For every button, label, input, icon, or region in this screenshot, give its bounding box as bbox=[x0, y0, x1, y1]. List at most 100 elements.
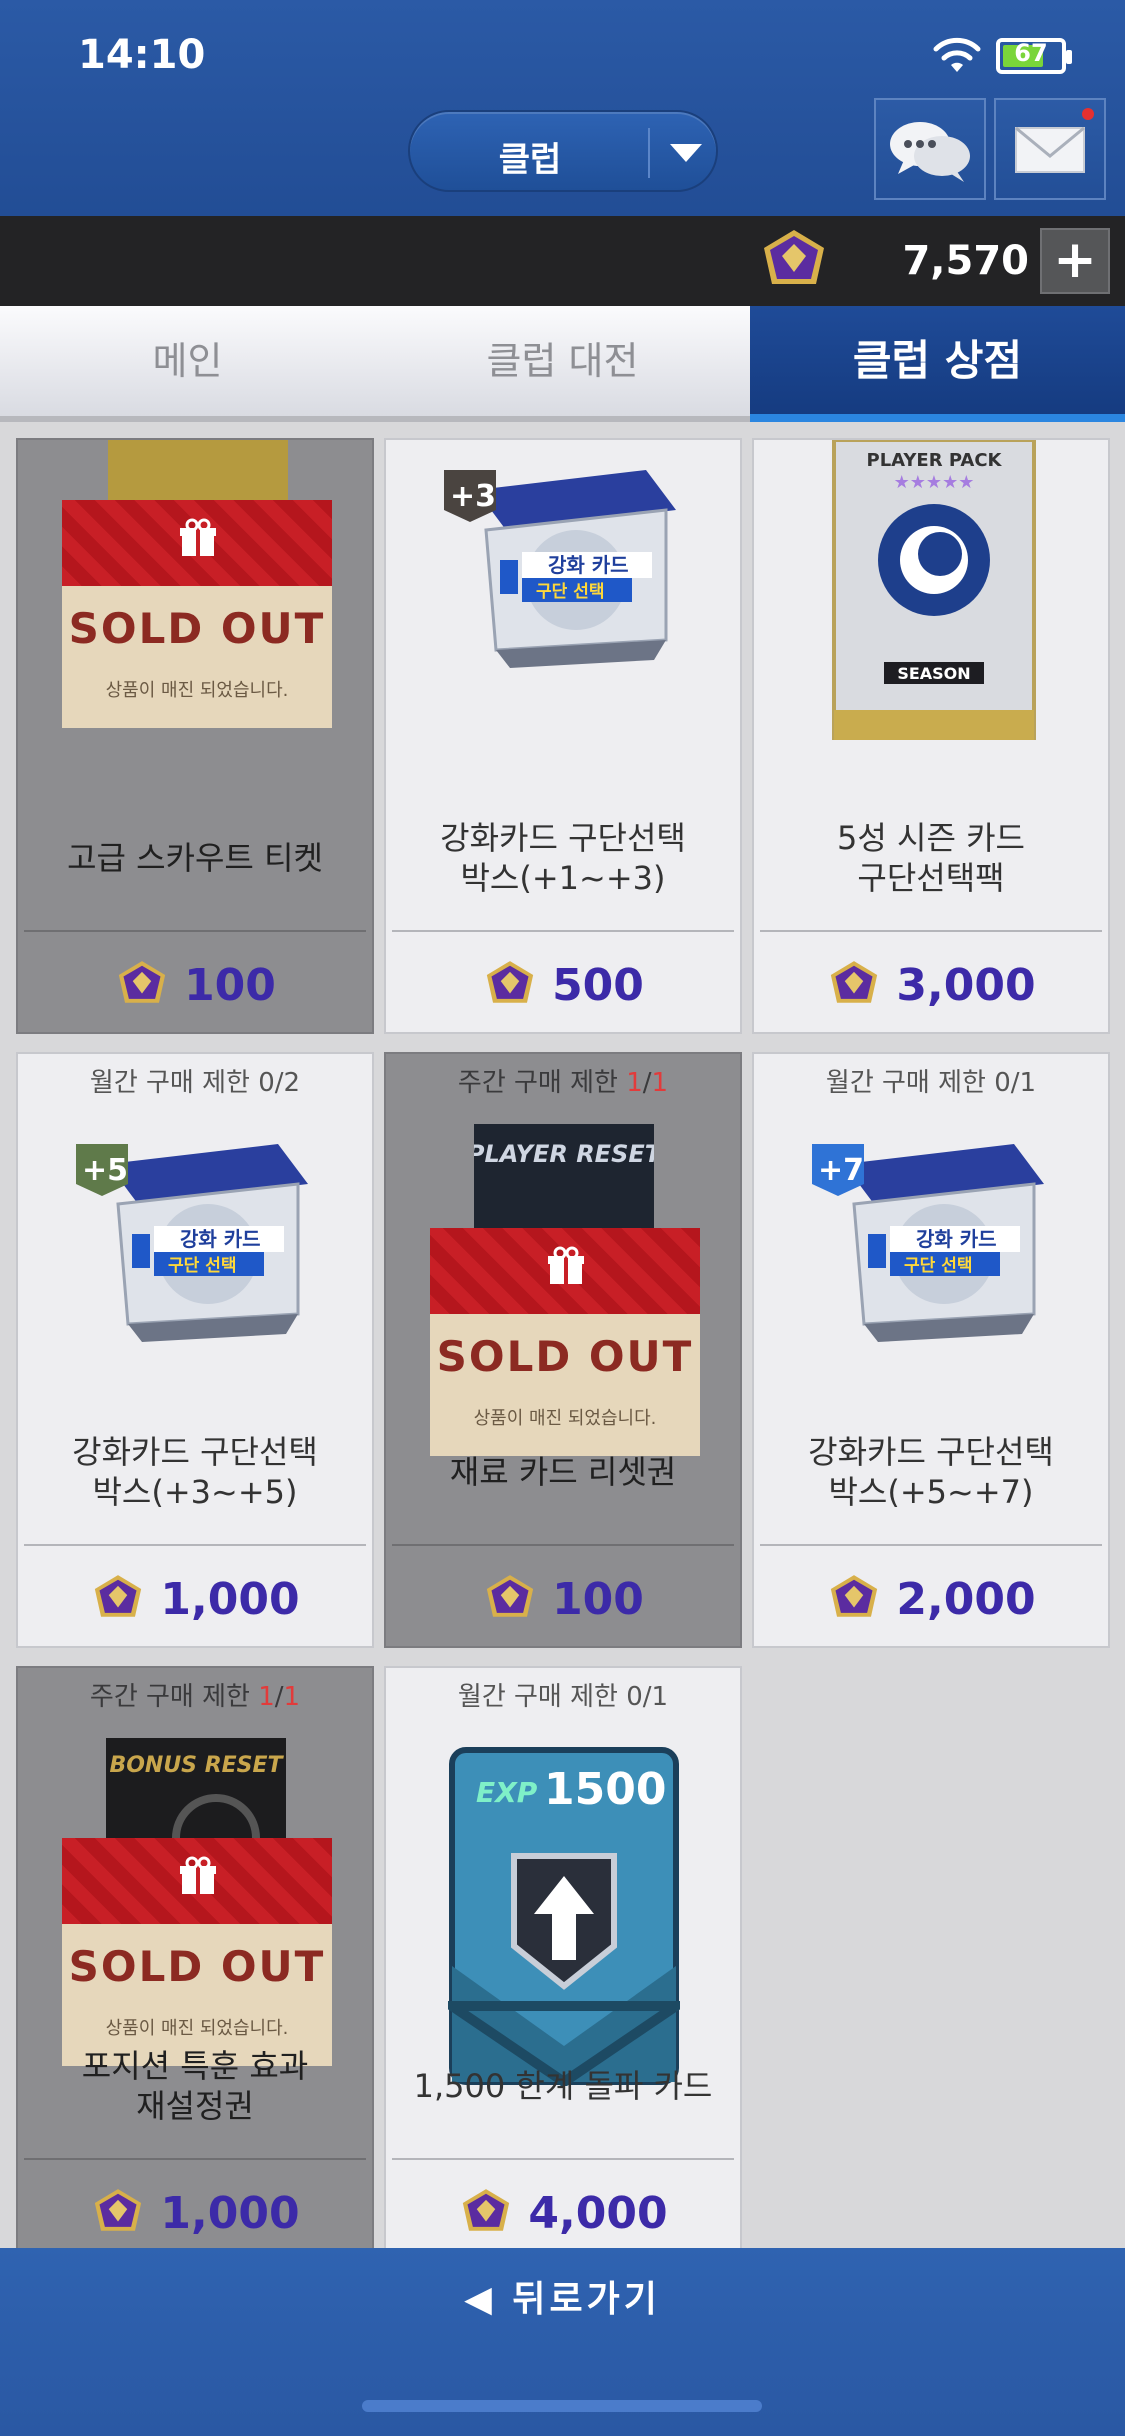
price-value: 100 bbox=[184, 959, 276, 1011]
enhance-card-box-image: 강화 카드 구단 선택 +3 bbox=[444, 470, 676, 668]
item-price: 3,000 bbox=[754, 940, 1108, 1030]
limit-label: 월간 구매 제한 bbox=[825, 1068, 995, 1098]
tab-club-battle[interactable]: 클럽 대전 bbox=[375, 306, 750, 416]
purchase-limit: 월간 구매 제한 0/1 bbox=[457, 1682, 669, 1712]
item-price: 100 bbox=[18, 940, 372, 1030]
gift-icon bbox=[180, 518, 216, 556]
limit-max: 2 bbox=[283, 1068, 301, 1098]
club-selector-dropdown[interactable]: 클럽 bbox=[408, 110, 718, 192]
gift-icon bbox=[180, 1856, 216, 1894]
tab-main[interactable]: 메인 bbox=[0, 306, 375, 416]
enhance-card-box-image: 강화 카드 구단 선택 +7 bbox=[812, 1144, 1044, 1342]
status-time: 14:10 bbox=[78, 32, 206, 78]
gift-icon bbox=[548, 1246, 584, 1284]
sold-out-subtext: 상품이 매진 되었습니다. bbox=[105, 680, 289, 701]
shop-item-card[interactable]: 월간 구매 제한 0/2 강화 카드 구단 선택 +5 강화카드 구단선택 박스… bbox=[16, 1052, 374, 1648]
price-divider bbox=[24, 2158, 366, 2160]
chevron-down-icon bbox=[670, 144, 702, 162]
item-price: 1,000 bbox=[18, 1554, 372, 1644]
top-header: 14:10 67 클럽 bbox=[0, 0, 1125, 216]
player-pack-image: PLAYER PACK ★★★★★ SEASON bbox=[832, 440, 1036, 740]
item-price: 1,000 bbox=[18, 2168, 372, 2258]
shop-item-card[interactable]: SOLD OUT 상품이 매진 되었습니다. 고급 스카우트 티켓 100 bbox=[16, 438, 374, 1034]
limit-label: 월간 구매 제한 bbox=[89, 1068, 259, 1098]
exp-label: EXP bbox=[476, 1776, 538, 1809]
price-divider bbox=[760, 1544, 1102, 1546]
stars-icon: ★★★★★ bbox=[894, 472, 975, 493]
price-value: 500 bbox=[552, 959, 644, 1011]
price-value: 1,000 bbox=[160, 2187, 300, 2239]
back-label: 뒤로가기 bbox=[512, 2279, 661, 2320]
player-reset-label: PLAYER RESET bbox=[474, 1140, 654, 1168]
limit-max: 1 bbox=[651, 1068, 669, 1098]
item-price: 500 bbox=[386, 940, 740, 1030]
wifi-icon bbox=[933, 37, 981, 72]
price-divider bbox=[760, 930, 1102, 932]
price-divider bbox=[392, 1544, 734, 1546]
purple-gem-icon bbox=[486, 1575, 534, 1617]
sold-out-text: SOLD OUT bbox=[436, 1332, 694, 1381]
purchase-limit: 월간 구매 제한 0/2 bbox=[89, 1068, 301, 1098]
item-name: 고급 스카우트 티켓 bbox=[67, 839, 323, 877]
limit-max: 1 bbox=[283, 1682, 301, 1712]
limit-max: 1 bbox=[651, 1682, 669, 1712]
limit-label: 주간 구매 제한 bbox=[89, 1682, 259, 1712]
price-value: 4,000 bbox=[528, 2187, 668, 2239]
shop-item-card[interactable]: 월간 구매 제한 0/1 EXP 1500 1,500 한계 돌파 카드 4,0… bbox=[384, 1666, 742, 2262]
item-price: 100 bbox=[386, 1554, 740, 1644]
purple-gem-icon bbox=[118, 961, 166, 1003]
mail-button[interactable] bbox=[994, 98, 1106, 200]
chat-bubbles-icon bbox=[890, 122, 970, 182]
item-name: 강화카드 구단선택 박스(+5~+7) bbox=[808, 1433, 1054, 1511]
limit-label: 월간 구매 제한 bbox=[457, 1682, 627, 1712]
price-value: 1,000 bbox=[160, 1573, 300, 1625]
team-select-label: 구단 선택 bbox=[904, 1256, 972, 1276]
item-price: 2,000 bbox=[754, 1554, 1108, 1644]
enhance-card-label: 강화 카드 bbox=[180, 1227, 261, 1251]
currency-amount: 7,570 bbox=[902, 238, 1029, 284]
battery-icon: 67 bbox=[996, 38, 1072, 74]
price-value: 2,000 bbox=[896, 1573, 1036, 1625]
item-name: 포지션 특훈 효과 재설정권 bbox=[81, 2047, 309, 2125]
price-divider bbox=[24, 930, 366, 932]
purchase-limit: 주간 구매 제한 1/1 bbox=[457, 1068, 669, 1098]
limit-used: 1 bbox=[258, 1682, 275, 1712]
shop-item-card[interactable]: 주간 구매 제한 1/1 PLAYER RESET SOLD OUT 상품이 매… bbox=[384, 1052, 742, 1648]
item-name: 강화카드 구단선택 박스(+3~+5) bbox=[72, 1433, 318, 1511]
box-badge: +3 bbox=[450, 479, 496, 514]
bonus-reset-label: BONUS RESET bbox=[109, 1753, 284, 1778]
tab-club-shop[interactable]: 클럽 상점 bbox=[750, 306, 1125, 416]
club-selector-divider bbox=[648, 128, 650, 178]
player-pack-label: PLAYER PACK bbox=[867, 450, 1003, 471]
limit-label: 주간 구매 제한 bbox=[457, 1068, 627, 1098]
club-selector-label: 클럽 bbox=[498, 140, 562, 180]
shop-item-card[interactable]: 강화 카드 구단 선택 +3 강화카드 구단선택 박스(+1~+3) 500 bbox=[384, 438, 742, 1034]
back-button[interactable]: ◀ 뒤로가기 bbox=[0, 2270, 1125, 2322]
price-divider bbox=[392, 2158, 734, 2160]
purple-gem-icon bbox=[831, 1575, 878, 1617]
purple-gem-icon bbox=[831, 961, 878, 1003]
enhance-card-label: 강화 카드 bbox=[548, 553, 629, 577]
add-currency-button[interactable]: + bbox=[1040, 228, 1110, 294]
enhance-card-label: 강화 카드 bbox=[916, 1227, 997, 1251]
limit-used: 0 bbox=[994, 1068, 1011, 1098]
shop-item-card[interactable]: PLAYER PACK ★★★★★ SEASON 5성 시즌 카드 구단선택팩 … bbox=[752, 438, 1110, 1034]
price-value: 3,000 bbox=[896, 959, 1036, 1011]
shop-item-card[interactable]: 주간 구매 제한 1/1 BONUS RESET SOLD OUT 상품이 매진… bbox=[16, 1666, 374, 2262]
limit-used: 1 bbox=[626, 1068, 643, 1098]
currency-bar: 7,570 + bbox=[0, 216, 1125, 306]
home-indicator[interactable] bbox=[362, 2400, 762, 2412]
price-divider bbox=[392, 930, 734, 932]
box-badge: +5 bbox=[82, 1153, 128, 1188]
limit-used: 0 bbox=[626, 1682, 643, 1712]
purple-gem-icon bbox=[95, 2189, 142, 2231]
purchase-limit: 주간 구매 제한 1/1 bbox=[89, 1682, 301, 1712]
item-name: 1,500 한계 돌파 카드 bbox=[413, 2067, 713, 2105]
notification-dot bbox=[1082, 108, 1094, 120]
tab-bar: 메인 클럽 대전 클럽 상점 bbox=[0, 306, 1125, 416]
shop-item-card[interactable]: 월간 구매 제한 0/1 강화 카드 구단 선택 +7 강화카드 구단선택 박스… bbox=[752, 1052, 1110, 1648]
item-name: 재료 카드 리셋권 bbox=[449, 1453, 677, 1491]
battery-level: 67 bbox=[1014, 39, 1048, 67]
chat-button[interactable] bbox=[874, 98, 986, 200]
item-name: 5성 시즌 카드 구단선택팩 bbox=[837, 819, 1025, 897]
